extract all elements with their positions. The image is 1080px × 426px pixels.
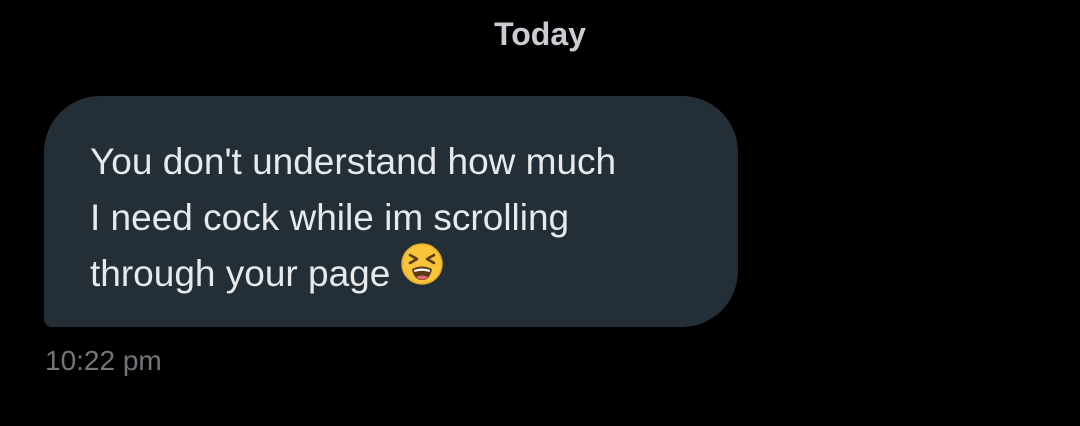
message-text: You don't understand how much I need coc… bbox=[90, 141, 617, 294]
date-divider: Today bbox=[494, 16, 586, 52]
message-timestamp: 10:22 pm bbox=[45, 345, 162, 376]
message-bubble[interactable]: You don't understand how much I need coc… bbox=[44, 96, 738, 327]
tired-face-icon bbox=[400, 242, 444, 302]
